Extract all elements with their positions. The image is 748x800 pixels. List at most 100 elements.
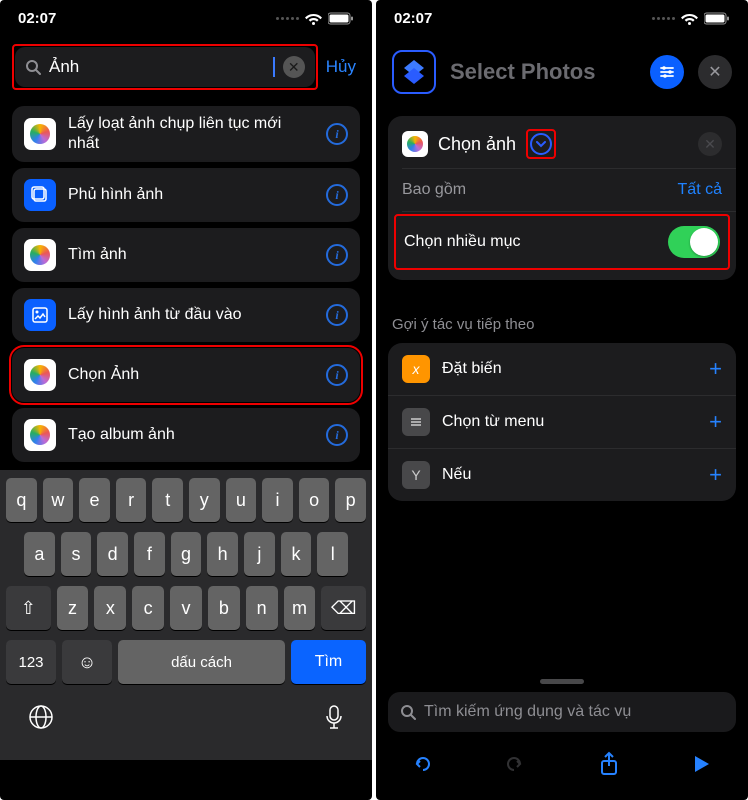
shortcuts-icon — [24, 179, 56, 211]
key-f[interactable]: f — [134, 532, 165, 576]
info-icon[interactable]: i — [326, 424, 348, 446]
run-button[interactable] — [686, 754, 718, 774]
keyboard: q w e r t y u i o p a s d f g h j k l ⇧ … — [0, 470, 372, 688]
action-list: Lấy loạt ảnh chụp liên tục mới nhất i Ph… — [0, 98, 372, 470]
key-a[interactable]: a — [24, 532, 55, 576]
status-time: 02:07 — [394, 10, 432, 27]
shortcuts-icon — [24, 299, 56, 331]
include-row: Bao gồm Tất cả — [388, 169, 736, 211]
key-c[interactable]: c — [132, 586, 164, 630]
card-title-row: Chọn ảnh ✕ — [388, 120, 736, 168]
key-p[interactable]: p — [335, 478, 366, 522]
suggestion-if[interactable]: Y Nếu + — [388, 448, 736, 501]
key-z[interactable]: z — [57, 586, 89, 630]
delete-action-icon[interactable]: ✕ — [698, 132, 722, 156]
plus-icon[interactable]: + — [709, 409, 722, 435]
cancel-button[interactable]: Hủy — [326, 57, 360, 77]
key-k[interactable]: k — [281, 532, 312, 576]
suggestion-choose-menu[interactable]: Chọn từ menu + — [388, 395, 736, 448]
key-x[interactable]: x — [94, 586, 126, 630]
action-item-burst[interactable]: Lấy loạt ảnh chụp liên tục mới nhất i — [12, 106, 360, 162]
right-phone: 02:07 Select Photos ✕ Chọn ảnh — [376, 0, 748, 800]
plus-icon[interactable]: + — [709, 462, 722, 488]
undo-button[interactable] — [406, 752, 438, 776]
settings-button[interactable] — [650, 55, 684, 89]
info-icon[interactable]: i — [326, 184, 348, 206]
search-icon — [400, 704, 416, 720]
status-icons — [652, 12, 730, 25]
action-item-find[interactable]: Tìm ảnh i — [12, 228, 360, 282]
key-l[interactable]: l — [317, 532, 348, 576]
clear-icon[interactable]: ✕ — [283, 56, 305, 78]
select-multiple-row: Chọn nhiều mục — [396, 216, 728, 268]
key-s[interactable]: s — [61, 532, 92, 576]
key-n[interactable]: n — [246, 586, 278, 630]
expand-chevron-icon[interactable] — [530, 133, 552, 155]
wifi-icon — [305, 12, 322, 25]
suggestion-label: Nếu — [442, 466, 697, 484]
status-time: 02:07 — [18, 10, 56, 27]
search-input[interactable] — [49, 57, 275, 77]
select-multiple-toggle[interactable] — [668, 226, 720, 258]
suggestion-label: Đặt biến — [442, 360, 697, 378]
key-search[interactable]: Tìm — [291, 640, 366, 684]
key-123[interactable]: 123 — [6, 640, 56, 684]
action-card: Chọn ảnh ✕ Bao gồm Tất cả Chọn nhiều mục — [388, 116, 736, 280]
info-icon[interactable]: i — [326, 123, 348, 145]
suggestion-label: Chọn từ menu — [442, 413, 697, 431]
left-phone: 02:07 ✕ Hủy Lấy loạt ảnh chụp liên tục m… — [0, 0, 372, 800]
mic-icon[interactable] — [324, 704, 344, 730]
key-emoji[interactable]: ☺ — [62, 640, 112, 684]
key-q[interactable]: q — [6, 478, 37, 522]
shortcut-app-icon[interactable] — [392, 50, 436, 94]
status-bar: 02:07 — [0, 0, 372, 36]
photos-icon — [24, 359, 56, 391]
menu-icon — [402, 408, 430, 436]
key-backspace[interactable]: ⌫ — [321, 586, 366, 630]
action-label: Tạo album ảnh — [68, 425, 314, 445]
key-w[interactable]: w — [43, 478, 74, 522]
key-e[interactable]: e — [79, 478, 110, 522]
status-bar: 02:07 — [376, 0, 748, 36]
action-label: Phủ hình ảnh — [68, 185, 314, 205]
variable-icon: x — [402, 355, 430, 383]
key-j[interactable]: j — [244, 532, 275, 576]
key-space[interactable]: dấu cách — [118, 640, 285, 684]
action-item-create-album[interactable]: Tạo album ảnh i — [12, 408, 360, 462]
key-g[interactable]: g — [171, 532, 202, 576]
key-u[interactable]: u — [226, 478, 257, 522]
redo-button[interactable] — [499, 752, 531, 776]
action-label: Tìm ảnh — [68, 245, 314, 265]
include-value[interactable]: Tất cả — [678, 181, 722, 199]
action-item-getinput[interactable]: Lấy hình ảnh từ đầu vào i — [12, 288, 360, 342]
plus-icon[interactable]: + — [709, 356, 722, 382]
action-item-overlay[interactable]: Phủ hình ảnh i — [12, 168, 360, 222]
search-field[interactable]: ✕ — [15, 47, 315, 87]
key-d[interactable]: d — [97, 532, 128, 576]
workflow-header: Select Photos ✕ — [376, 36, 748, 104]
footer-search[interactable]: Tìm kiếm ứng dụng và tác vụ — [388, 692, 736, 732]
suggestion-set-variable[interactable]: x Đặt biến + — [388, 343, 736, 395]
key-r[interactable]: r — [116, 478, 147, 522]
action-item-select-photo[interactable]: Chọn Ảnh i — [12, 348, 360, 402]
close-button[interactable]: ✕ — [698, 55, 732, 89]
key-m[interactable]: m — [284, 586, 316, 630]
key-h[interactable]: h — [207, 532, 238, 576]
key-b[interactable]: b — [208, 586, 240, 630]
key-o[interactable]: o — [299, 478, 330, 522]
drag-handle[interactable] — [540, 679, 584, 684]
share-button[interactable] — [593, 751, 625, 777]
globe-icon[interactable] — [28, 704, 54, 730]
footer-placeholder: Tìm kiếm ứng dụng và tác vụ — [424, 703, 631, 721]
key-shift[interactable]: ⇧ — [6, 586, 51, 630]
info-icon[interactable]: i — [326, 244, 348, 266]
info-icon[interactable]: i — [326, 304, 348, 326]
photos-icon — [402, 131, 428, 157]
key-i[interactable]: i — [262, 478, 293, 522]
key-t[interactable]: t — [152, 478, 183, 522]
card-area: Chọn ảnh ✕ Bao gồm Tất cả Chọn nhiều mục — [376, 104, 748, 292]
key-y[interactable]: y — [189, 478, 220, 522]
action-label: Lấy hình ảnh từ đầu vào — [68, 305, 314, 325]
key-v[interactable]: v — [170, 586, 202, 630]
info-icon[interactable]: i — [326, 364, 348, 386]
